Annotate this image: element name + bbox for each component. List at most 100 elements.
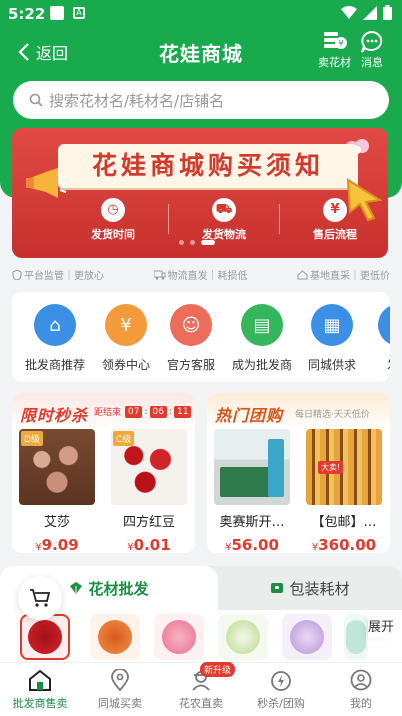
category-label: 发布 xyxy=(387,356,390,373)
pagination-dot-active xyxy=(201,240,215,245)
sell-flower-label: 卖花材 xyxy=(318,56,351,69)
banner-item-shipping-time[interactable]: ◷ 发货时间 xyxy=(88,198,138,242)
flower-thumb-lily[interactable] xyxy=(218,614,268,660)
banner-title: 花娃商城购买须知 xyxy=(58,144,358,188)
nav-flash-group[interactable]: 秒杀/团购 xyxy=(241,669,321,711)
guarantee-item: 平台监管｜更放心 xyxy=(12,267,104,282)
megaphone-icon xyxy=(26,168,67,198)
guarantee-text: 基地直采｜更低价 xyxy=(310,271,390,282)
product-card[interactable]: D级 艾莎 ¥9.09 xyxy=(19,429,95,553)
shield-icon xyxy=(12,269,22,280)
price-value: 360.00 xyxy=(318,536,377,553)
countdown-seconds: 11 xyxy=(174,405,192,418)
divider xyxy=(279,204,280,234)
expand-button[interactable]: 展开 xyxy=(368,618,394,638)
group-buy-title: 热门团购 xyxy=(215,406,284,425)
countdown: 距结束 07: 06: 11 xyxy=(94,405,192,418)
location-icon xyxy=(111,669,129,691)
search-input[interactable]: 搜索花材名/耗材名/店铺名 xyxy=(13,81,389,119)
signal-icon xyxy=(363,5,377,20)
group-buy-subtitle: 每日精选·天天低价 xyxy=(295,410,370,420)
cart-button[interactable] xyxy=(18,576,62,620)
category-become-wholesaler[interactable]: ▤ 成为批发商 xyxy=(227,304,297,373)
flower-thumb-partial[interactable] xyxy=(344,614,368,660)
category-row: ⌂ 批发商推荐 ¥ 领券中心 ☺ 官方客服 ▤ 成为批发商 ▦ 同城供求 ✎ 发… xyxy=(12,292,390,382)
flower-image xyxy=(226,620,260,654)
truck-icon: ⛟ xyxy=(212,198,236,222)
category-label: 领券中心 xyxy=(101,358,150,372)
product-name: 四方红豆 xyxy=(122,515,175,530)
sell-flower-button[interactable]: ¥ 卖花材 xyxy=(318,30,351,70)
wifi-icon xyxy=(341,5,357,19)
message-label: 消息 xyxy=(361,56,383,69)
nav-label: 我的 xyxy=(350,697,372,710)
category-wholesaler-recommend[interactable]: ⌂ 批发商推荐 xyxy=(20,304,90,373)
tab-packaging[interactable]: 包装耗材 xyxy=(218,566,402,610)
flash-sale-card[interactable]: 限时秒杀 距结束 07: 06: 11 D级 艾莎 ¥9.09 C级 四方红豆 … xyxy=(12,393,195,553)
countdown-minutes: 06 xyxy=(149,405,167,418)
wholesaler-icon: ▤ xyxy=(241,304,283,346)
flower-thumb-rose[interactable] xyxy=(20,614,70,660)
price-value: 9.09 xyxy=(41,536,79,553)
grade-badge: D级 xyxy=(21,431,43,446)
status-right xyxy=(341,5,392,20)
product-card[interactable]: 奥赛斯开… ¥56.00 xyxy=(214,429,290,553)
grade-badge: C级 xyxy=(113,431,135,446)
category-publish[interactable]: ✎ 发布 xyxy=(364,304,390,373)
category-coupon-center[interactable]: ¥ 领券中心 xyxy=(91,304,161,373)
status-time: 5:22 xyxy=(8,5,46,23)
flower-image xyxy=(28,620,62,654)
product-image: C级 xyxy=(111,429,187,505)
message-button[interactable]: 消息 xyxy=(360,30,384,70)
product-image: 大卖! xyxy=(306,429,382,505)
banner-item-after-sale[interactable]: ¥ 售后流程 xyxy=(310,198,360,242)
city-icon: ▦ xyxy=(311,304,353,346)
flower-thumb-carnation[interactable] xyxy=(154,614,204,660)
category-label: 同城供求 xyxy=(307,358,356,372)
banner-item-logistics[interactable]: ⛟ 发货物流 xyxy=(199,198,249,242)
flower-thumb-orange[interactable] xyxy=(90,614,140,660)
divider xyxy=(168,204,169,234)
top-nav: 返回 花娃商城 ¥ 卖花材 消息 xyxy=(0,30,402,74)
product-image xyxy=(214,429,290,505)
category-official-service[interactable]: ☺ 官方客服 xyxy=(156,304,226,373)
price-value: 0.01 xyxy=(133,536,171,553)
product-price: ¥0.01 xyxy=(127,536,170,553)
nav-profile[interactable]: 我的 xyxy=(321,669,401,711)
tab-label: 包装耗材 xyxy=(289,579,350,598)
banner-item-label: 发货时间 xyxy=(91,228,135,241)
banner-pagination xyxy=(179,240,215,245)
notice-banner[interactable]: 花娃商城购买须知 ◷ 发货时间 ⛟ 发货物流 ¥ 售后流程 xyxy=(12,128,388,258)
category-label: 成为批发商 xyxy=(231,358,292,372)
nav-city-trade[interactable]: 同城买卖 xyxy=(80,669,160,711)
flower-thumb-iris[interactable] xyxy=(282,614,332,660)
flower-image xyxy=(98,620,132,654)
group-buy-card[interactable]: 热门团购 每日精选·天天低价 奥赛斯开… ¥56.00 大卖! 【包邮】… ¥3… xyxy=(207,393,390,553)
app-notification-icon: A xyxy=(73,7,85,19)
guarantee-text: 平台监管｜更放心 xyxy=(24,271,104,282)
tab-label: 花材批发 xyxy=(88,579,149,598)
product-image: D级 xyxy=(19,429,95,505)
home-icon xyxy=(29,669,51,691)
clock-icon: ◷ xyxy=(101,198,125,222)
nav-label: 花农直卖 xyxy=(179,697,223,710)
cart-icon xyxy=(30,589,51,607)
category-label: 官方客服 xyxy=(166,358,215,372)
message-icon xyxy=(361,30,383,53)
flower-strip: 展开 xyxy=(0,610,402,662)
guarantee-item: 基地直采｜更低价 xyxy=(297,267,390,282)
pagination-dot xyxy=(190,240,195,245)
pagination-dot xyxy=(179,240,184,245)
profile-icon xyxy=(350,669,372,691)
product-card[interactable]: 大卖! 【包邮】… ¥360.00 xyxy=(306,429,382,553)
nav-wholesale[interactable]: 批发商售卖 xyxy=(0,669,80,711)
package-icon xyxy=(271,583,284,593)
product-price: ¥9.09 xyxy=(35,536,78,553)
truck-icon xyxy=(153,270,165,280)
flower-image xyxy=(346,620,366,654)
category-city-supply[interactable]: ▦ 同城供求 xyxy=(297,304,367,373)
product-card[interactable]: C级 四方红豆 ¥0.01 xyxy=(111,429,187,553)
notification-icon xyxy=(50,6,64,20)
search-icon xyxy=(29,93,43,107)
flower-image xyxy=(290,620,324,654)
